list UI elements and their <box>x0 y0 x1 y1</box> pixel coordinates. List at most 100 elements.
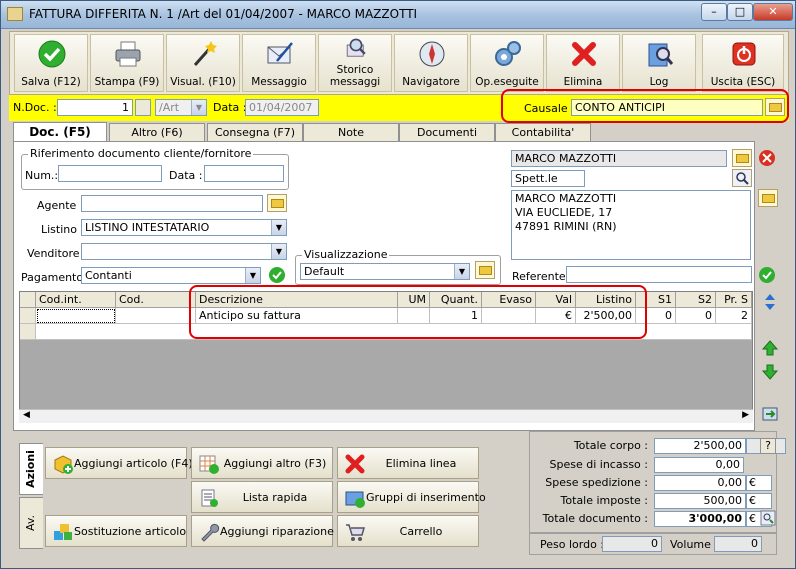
visual-select[interactable]: Default ▼ <box>300 263 470 280</box>
scroll-left-icon[interactable]: ◀ <box>23 410 30 420</box>
venditore-select[interactable]: ▼ <box>81 243 287 260</box>
num-input[interactable] <box>58 165 162 182</box>
cart-button[interactable]: Carrello <box>337 515 479 547</box>
date-input[interactable]: 01/04/2007 <box>245 99 319 116</box>
tab-documenti[interactable]: Documenti <box>399 123 495 142</box>
message-button[interactable]: Messaggio <box>242 34 316 92</box>
print-button[interactable]: Stampa (F9) <box>90 34 164 92</box>
add-other-button[interactable]: Aggiungi altro (F3) <box>191 447 333 479</box>
search-mail-icon <box>346 38 366 57</box>
search-icon <box>736 172 749 185</box>
invoice-window: FATTURA DIFFERITA N. 1 /Art del 01/04/20… <box>0 0 796 569</box>
ndoc-input[interactable]: 1 <box>57 99 133 116</box>
add-repair-button[interactable]: Aggiungi riparazione <box>191 515 334 547</box>
message-history-button[interactable]: Storico messaggi <box>318 34 392 92</box>
pagamento-confirm-icon[interactable] <box>268 266 286 284</box>
volume-value: 0 <box>714 536 762 552</box>
replace-article-icon <box>54 524 72 540</box>
referente-input[interactable] <box>566 266 752 283</box>
add-article-icon <box>54 455 73 474</box>
operations-done-button[interactable]: Op.eseguite <box>470 34 544 92</box>
save-button[interactable]: Salva (F12) <box>14 34 88 92</box>
add-article-button[interactable]: Aggiungi articolo (F4) <box>45 447 193 479</box>
listino-select[interactable]: LISTINO INTESTATARIO ▼ <box>81 219 287 236</box>
customer-address-box[interactable]: MARCO MAZZOTTI VIA EUCLIEDE, 17 47891 RI… <box>511 190 751 260</box>
totale-documento-label: Totale documento : <box>542 512 648 525</box>
address-folder-button[interactable] <box>758 189 778 207</box>
tab-note[interactable]: Note <box>303 123 399 142</box>
log-button[interactable]: Log <box>622 34 696 92</box>
row-header[interactable] <box>20 324 36 340</box>
preview-button[interactable]: Visual. (F10) <box>166 34 240 92</box>
totals-panel: Totale corpo : 2'500,00 ? Spese di incas… <box>529 431 786 533</box>
quick-list-button[interactable]: Lista rapida <box>191 481 333 513</box>
exit-button[interactable]: Uscita (ESC) <box>702 34 784 92</box>
zoom-totals-icon[interactable] <box>760 510 776 526</box>
currency-symbol: € <box>746 475 772 491</box>
spese-incasso-label: Spese di incasso : <box>549 458 648 471</box>
folder-icon <box>736 154 749 163</box>
row-header[interactable] <box>20 308 36 324</box>
table-cell[interactable]: 0 <box>676 308 716 324</box>
tab-doc[interactable]: Doc. (F5) <box>13 122 107 143</box>
customer-name-field[interactable]: MARCO MAZZOTTI <box>511 150 727 167</box>
chevron-down-icon: ▼ <box>271 244 286 259</box>
agente-label: Agente : <box>37 199 84 212</box>
move-down-icon[interactable] <box>761 363 779 381</box>
chevron-down-icon: ▼ <box>191 100 206 115</box>
tab-consegna[interactable]: Consegna (F7) <box>207 123 303 142</box>
referente-confirm-icon[interactable] <box>758 266 776 284</box>
customer-search-button[interactable] <box>732 169 752 187</box>
customer-folder-button[interactable] <box>732 149 752 167</box>
tab-contabilita[interactable]: Contabilita' <box>495 123 591 142</box>
app-icon <box>7 7 23 21</box>
cart-icon <box>346 524 365 541</box>
agente-folder-button[interactable] <box>267 194 287 212</box>
pagamento-select[interactable]: Contanti ▼ <box>81 267 261 284</box>
table-cell[interactable] <box>116 308 196 324</box>
grid-horizontal-scrollbar[interactable]: ◀ ▶ <box>19 409 753 423</box>
maximize-button[interactable]: □ <box>727 3 753 21</box>
table-cell[interactable]: 2 <box>716 308 752 324</box>
close-button[interactable]: ✕ <box>753 3 793 21</box>
weights-panel: Peso lordo : 0 Volume : 0 <box>529 533 777 555</box>
ndoc-picker-button[interactable] <box>135 99 151 116</box>
delete-line-button[interactable]: Elimina linea <box>337 447 479 479</box>
annotation-causale-highlight <box>501 89 789 123</box>
magic-wand-icon <box>193 41 217 66</box>
delete-button[interactable]: Elimina <box>546 34 620 92</box>
spese-incasso-value[interactable]: 0,00 <box>654 457 744 473</box>
col-header-cod[interactable]: Cod. <box>116 292 196 308</box>
minimize-button[interactable]: – <box>701 3 727 21</box>
totale-imposte-label: Totale imposte : <box>560 494 648 507</box>
col-header-codint[interactable]: Cod.int. <box>36 292 116 308</box>
tab-altro[interactable]: Altro (F6) <box>109 123 205 142</box>
totale-documento-value: 3'000,00 <box>654 511 746 527</box>
reference-legend: Riferimento documento cliente/fornitore <box>28 147 254 160</box>
refresh-grid-icon[interactable] <box>761 405 779 423</box>
insert-groups-button[interactable]: Gruppi di inserimento <box>337 481 486 513</box>
spese-spedizione-label: Spese spedizione : <box>545 476 648 489</box>
move-up-icon[interactable] <box>761 339 779 357</box>
replace-article-button[interactable]: Sostituzione articolo <box>45 515 187 547</box>
salutation-field[interactable]: Spett.le <box>511 170 585 187</box>
tab-azioni[interactable]: Azioni <box>19 443 43 495</box>
col-header-prs[interactable]: Pr. S <box>716 292 752 308</box>
scroll-right-icon[interactable]: ▶ <box>742 410 749 420</box>
spese-spedizione-value[interactable]: 0,00 <box>654 475 746 491</box>
ndoc-label: N.Doc. : <box>13 101 57 114</box>
totale-corpo-value: 2'500,00 <box>654 438 746 454</box>
ref-date-input[interactable] <box>204 165 284 182</box>
navigator-button[interactable]: Navigatore <box>394 34 468 92</box>
series-select[interactable]: /Art ▼ <box>155 99 207 116</box>
currency-symbol: € <box>746 493 772 509</box>
agente-input[interactable] <box>81 195 263 212</box>
move-updown-icon[interactable] <box>761 293 779 311</box>
row-header-corner <box>20 292 36 308</box>
tab-av[interactable]: Av. <box>19 497 43 549</box>
col-header-s2[interactable]: S2 <box>676 292 716 308</box>
help-button[interactable]: ? <box>760 438 776 454</box>
visual-folder-button[interactable] <box>475 261 495 279</box>
customer-clear-icon[interactable] <box>758 149 776 167</box>
table-cell[interactable] <box>36 308 116 324</box>
